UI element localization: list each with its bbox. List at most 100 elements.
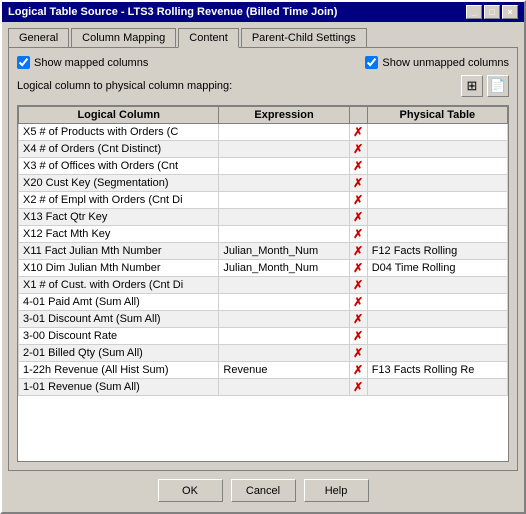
cell-x-icon[interactable]: ✗ <box>349 362 367 379</box>
delete-icon[interactable]: ✗ <box>353 380 363 394</box>
delete-icon[interactable]: ✗ <box>353 261 363 275</box>
show-unmapped-checkbox[interactable] <box>365 56 378 69</box>
cell-expression: Julian_Month_Num <box>219 260 349 277</box>
delete-icon[interactable]: ✗ <box>353 244 363 258</box>
table-row[interactable]: 1-01 Revenue (Sum All) ✗ <box>19 379 508 396</box>
table-row[interactable]: X2 # of Empl with Orders (Cnt Di ✗ <box>19 192 508 209</box>
title-bar: Logical Table Source - LTS3 Rolling Reve… <box>2 2 524 22</box>
delete-icon[interactable]: ✗ <box>353 278 363 292</box>
table-row[interactable]: 1-22h Revenue (All Hist Sum)Revenue✗F13 … <box>19 362 508 379</box>
title-buttons: _ □ × <box>466 5 518 19</box>
close-button[interactable]: × <box>502 5 518 19</box>
icon-button-2[interactable]: 📄 <box>487 75 509 97</box>
cell-physical <box>367 294 507 311</box>
table-row[interactable]: X10 Dim Julian Mth NumberJulian_Month_Nu… <box>19 260 508 277</box>
table-row[interactable]: X1 # of Cust. with Orders (Cnt Di ✗ <box>19 277 508 294</box>
delete-icon[interactable]: ✗ <box>353 227 363 241</box>
cell-x-icon[interactable]: ✗ <box>349 294 367 311</box>
mapping-table-container[interactable]: Logical Column Expression Physical Table… <box>17 105 509 462</box>
delete-icon[interactable]: ✗ <box>353 312 363 326</box>
mapping-table: Logical Column Expression Physical Table… <box>18 106 508 396</box>
tab-general[interactable]: General <box>8 28 69 47</box>
delete-icon[interactable]: ✗ <box>353 329 363 343</box>
delete-icon[interactable]: ✗ <box>353 142 363 156</box>
delete-icon[interactable]: ✗ <box>353 159 363 173</box>
cell-logical: X2 # of Empl with Orders (Cnt Di <box>19 192 219 209</box>
table-row[interactable]: X12 Fact Mth Key✗ <box>19 226 508 243</box>
cell-x-icon[interactable]: ✗ <box>349 345 367 362</box>
cell-x-icon[interactable]: ✗ <box>349 379 367 396</box>
cancel-button[interactable]: Cancel <box>231 479 296 502</box>
table-row[interactable]: X3 # of Offices with Orders (Cnt✗ <box>19 158 508 175</box>
table-row[interactable]: X20 Cust Key (Segmentation)✗ <box>19 175 508 192</box>
cell-x-icon[interactable]: ✗ <box>349 311 367 328</box>
help-button[interactable]: Help <box>304 479 369 502</box>
cell-physical: F13 Facts Rolling Re <box>367 362 507 379</box>
table-row[interactable]: X11 Fact Julian Mth NumberJulian_Month_N… <box>19 243 508 260</box>
show-unmapped-label[interactable]: Show unmapped columns <box>365 56 509 69</box>
cell-logical: X5 # of Products with Orders (C <box>19 124 219 141</box>
cell-physical <box>367 379 507 396</box>
grid-icon: ⊞ <box>467 78 478 94</box>
cell-x-icon[interactable]: ✗ <box>349 158 367 175</box>
cell-x-icon[interactable]: ✗ <box>349 226 367 243</box>
cell-expression <box>219 209 349 226</box>
delete-icon[interactable]: ✗ <box>353 125 363 139</box>
bottom-bar: OK Cancel Help <box>8 471 518 506</box>
delete-icon[interactable]: ✗ <box>353 295 363 309</box>
cell-expression <box>219 158 349 175</box>
cell-x-icon[interactable]: ✗ <box>349 175 367 192</box>
maximize-button[interactable]: □ <box>484 5 500 19</box>
delete-icon[interactable]: ✗ <box>353 193 363 207</box>
cell-x-icon[interactable]: ✗ <box>349 243 367 260</box>
table-row[interactable]: X4 # of Orders (Cnt Distinct)✗ <box>19 141 508 158</box>
cell-x-icon[interactable]: ✗ <box>349 124 367 141</box>
cell-physical <box>367 175 507 192</box>
icon-button-1[interactable]: ⊞ <box>461 75 483 97</box>
cell-logical: X1 # of Cust. with Orders (Cnt Di <box>19 277 219 294</box>
delete-icon[interactable]: ✗ <box>353 210 363 224</box>
cell-logical: 3-01 Discount Amt (Sum All) <box>19 311 219 328</box>
cell-x-icon[interactable]: ✗ <box>349 260 367 277</box>
table-row[interactable]: X13 Fact Qtr Key ✗ <box>19 209 508 226</box>
cell-expression <box>219 277 349 294</box>
cell-expression <box>219 379 349 396</box>
cell-expression <box>219 226 349 243</box>
cell-logical: X13 Fact Qtr Key <box>19 209 219 226</box>
tab-content[interactable]: Content <box>178 28 239 48</box>
cell-expression <box>219 141 349 158</box>
cell-expression: Revenue <box>219 362 349 379</box>
show-mapped-checkbox[interactable] <box>17 56 30 69</box>
cell-x-icon[interactable]: ✗ <box>349 192 367 209</box>
cell-logical: 2-01 Billed Qty (Sum All) <box>19 345 219 362</box>
cell-physical: F12 Facts Rolling <box>367 243 507 260</box>
col-header-x <box>349 107 367 124</box>
cell-physical <box>367 192 507 209</box>
delete-icon[interactable]: ✗ <box>353 346 363 360</box>
minimize-button[interactable]: _ <box>466 5 482 19</box>
table-row[interactable]: 3-00 Discount Rate✗ <box>19 328 508 345</box>
cell-expression <box>219 345 349 362</box>
cell-x-icon[interactable]: ✗ <box>349 328 367 345</box>
cell-x-icon[interactable]: ✗ <box>349 277 367 294</box>
cell-expression: Julian_Month_Num <box>219 243 349 260</box>
cell-physical <box>367 345 507 362</box>
tab-column-mapping[interactable]: Column Mapping <box>71 28 176 47</box>
cell-physical <box>367 158 507 175</box>
cell-x-icon[interactable]: ✗ <box>349 209 367 226</box>
cell-expression <box>219 192 349 209</box>
show-mapped-label[interactable]: Show mapped columns <box>17 56 148 69</box>
table-row[interactable]: 2-01 Billed Qty (Sum All) ✗ <box>19 345 508 362</box>
ok-button[interactable]: OK <box>158 479 223 502</box>
cell-logical: 1-01 Revenue (Sum All) <box>19 379 219 396</box>
table-row[interactable]: X5 # of Products with Orders (C ✗ <box>19 124 508 141</box>
icon-buttons: ⊞ 📄 <box>461 75 509 97</box>
table-row[interactable]: 3-01 Discount Amt (Sum All) ✗ <box>19 311 508 328</box>
tab-parent-child[interactable]: Parent-Child Settings <box>241 28 367 47</box>
delete-icon[interactable]: ✗ <box>353 176 363 190</box>
table-row[interactable]: 4-01 Paid Amt (Sum All)✗ <box>19 294 508 311</box>
cell-x-icon[interactable]: ✗ <box>349 141 367 158</box>
delete-icon[interactable]: ✗ <box>353 363 363 377</box>
col-header-physical: Physical Table <box>367 107 507 124</box>
cell-expression <box>219 175 349 192</box>
